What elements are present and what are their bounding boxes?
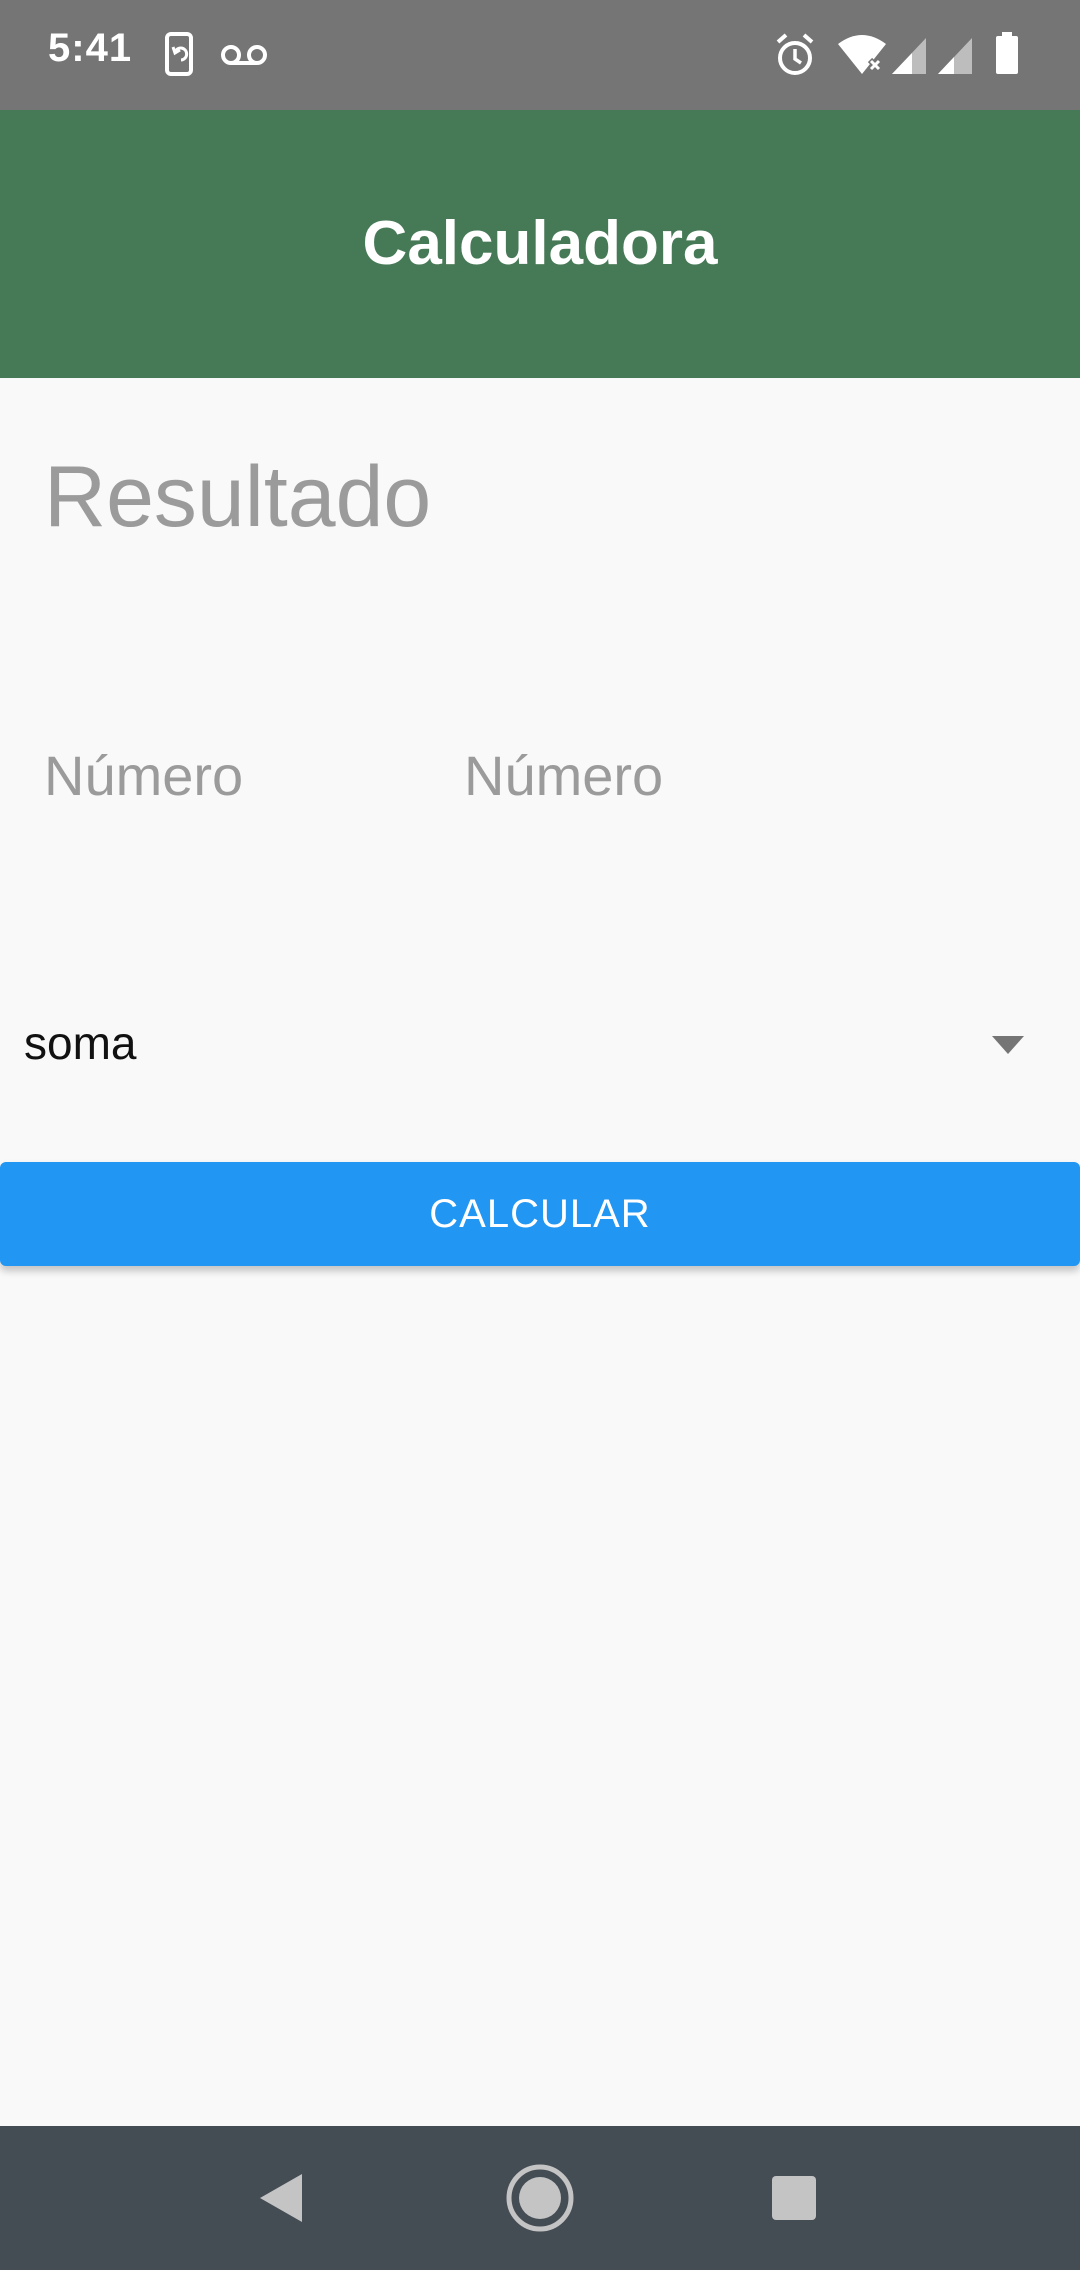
recents-icon[interactable]	[714, 2126, 874, 2270]
dropdown-arrow-icon	[992, 1036, 1024, 1054]
navigation-bar	[0, 2126, 1080, 2270]
calculate-button-label: CALCULAR	[429, 1191, 651, 1236]
wifi-off-icon	[838, 35, 886, 74]
app-bar: Calculadora	[0, 110, 1080, 378]
operation-selected-value: soma	[24, 1017, 137, 1069]
calculate-button[interactable]: CALCULAR	[0, 1162, 1080, 1266]
screen: 5:41 Calculadora Resultado Número Número…	[0, 0, 1080, 2270]
app-title: Calculadora	[362, 209, 718, 278]
signal-icon	[892, 38, 926, 74]
first-number-input[interactable]	[44, 730, 424, 820]
battery-icon	[996, 32, 1018, 74]
operation-dropdown[interactable]: soma	[0, 990, 1080, 1100]
result-label: Resultado	[44, 449, 432, 545]
back-icon[interactable]	[200, 2126, 360, 2270]
alarm-icon	[776, 33, 814, 75]
voicemail-icon	[221, 45, 267, 65]
signal-icon	[938, 38, 972, 74]
status-time: 5:41	[48, 26, 133, 70]
home-icon[interactable]	[460, 2126, 620, 2270]
status-bar: 5:41	[0, 0, 1080, 110]
screen-rotate-icon	[165, 32, 193, 76]
second-number-input[interactable]	[464, 730, 844, 820]
